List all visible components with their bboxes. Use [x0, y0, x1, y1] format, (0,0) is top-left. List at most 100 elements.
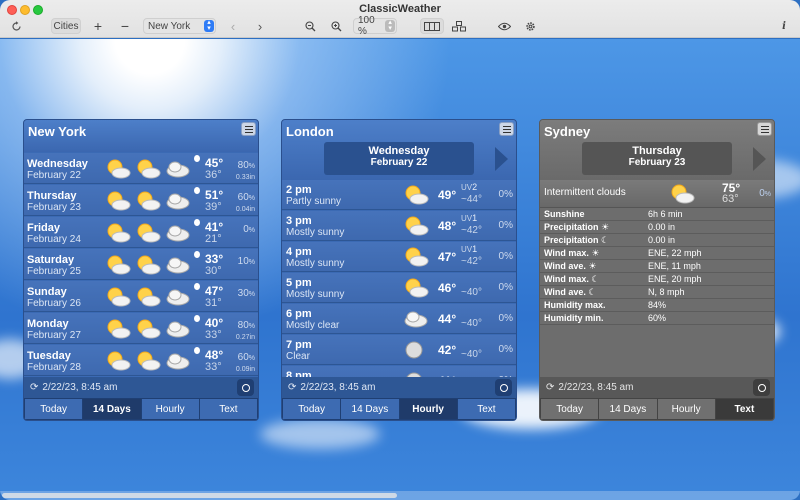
horizontal-scrollbar[interactable] — [0, 491, 800, 500]
info-button[interactable]: i — [776, 18, 792, 34]
hour-temp: 49° — [438, 188, 457, 202]
tab-14-days[interactable]: 14 Days — [341, 399, 399, 419]
tab-hourly[interactable]: Hourly — [657, 399, 715, 419]
hour-row[interactable]: 7 pm Clear 42° ~40° 0% — [282, 335, 516, 365]
day-name: Tuesday — [27, 350, 71, 362]
hour-condition: Clear — [286, 351, 310, 362]
tab-text[interactable]: Text — [457, 399, 515, 419]
tab-14-days[interactable]: 14 Days — [83, 399, 141, 419]
cities-button[interactable]: Cities — [51, 18, 81, 34]
zoom-in-icon[interactable] — [328, 18, 344, 34]
feels-like-temp: ~40° — [461, 287, 482, 298]
grid-layout-icon[interactable] — [449, 18, 469, 34]
eye-icon[interactable] — [496, 18, 512, 34]
next-day-arrow-icon[interactable] — [753, 147, 766, 171]
refresh-icon[interactable]: ⟳ — [288, 382, 296, 393]
tab-today[interactable]: Today — [283, 399, 341, 419]
panel-layout-icon[interactable] — [420, 18, 444, 34]
hour-row[interactable]: 2 pm Partly sunny 49° UV2 ~44° 0% — [282, 180, 516, 210]
refresh-icon[interactable] — [8, 18, 24, 34]
tab-text[interactable]: Text — [199, 399, 257, 419]
hour-row[interactable]: 5 pm Mostly sunny 46° ~40° 0% — [282, 273, 516, 303]
panel-footer: ⟳ 2/22/23, 8:45 am — [540, 377, 774, 398]
add-city-button[interactable]: + — [90, 18, 106, 34]
zoom-out-icon[interactable] — [302, 18, 318, 34]
low-temp: 36° — [205, 169, 222, 181]
tab-today[interactable]: Today — [25, 399, 83, 419]
high-temp: 40° — [205, 316, 224, 330]
gear-icon[interactable] — [522, 18, 538, 34]
hour-condition: Mostly sunny — [286, 289, 345, 300]
detail-label: Wind max. ☀ — [544, 247, 600, 258]
uv-index: UV2 — [461, 182, 478, 192]
zoom-value: 100 % — [358, 15, 375, 37]
tab-text[interactable]: Text — [715, 399, 773, 419]
tab-hourly[interactable]: Hourly — [399, 399, 457, 419]
tab-today[interactable]: Today — [541, 399, 599, 419]
detail-row: Wind max. ☾ ENE, 20 mph — [540, 273, 774, 286]
precip-chance: 0% — [498, 189, 513, 200]
detail-value: 0.00 in — [648, 222, 676, 232]
day-date: February 26 — [27, 298, 81, 309]
day-date: February 23 — [27, 202, 81, 213]
refresh-icon[interactable]: ⟳ — [30, 382, 38, 393]
high-temp: 45° — [205, 156, 224, 170]
partly-cloudy-icon — [134, 221, 162, 248]
partly-cloudy-icon — [104, 349, 132, 376]
hour-row[interactable]: 6 pm Mostly clear 44° ~40° 0% — [282, 304, 516, 334]
detail-label: Humidity max. — [544, 300, 606, 310]
hour-row[interactable]: 4 pm Mostly sunny 47° UV1 ~42° 0% — [282, 242, 516, 272]
location-button[interactable] — [753, 379, 770, 396]
menu-icon[interactable] — [499, 122, 514, 136]
next-day-arrow-icon[interactable] — [495, 147, 508, 171]
day-row[interactable]: Wednesday February 22 45° 36° 80% 0.33in — [24, 153, 258, 184]
low-temp: 21° — [205, 233, 222, 245]
day-date: February 22 — [370, 157, 428, 168]
location-button[interactable] — [495, 379, 512, 396]
precip-chance: 30% — [237, 288, 255, 299]
detail-row: Wind ave. ☀ ENE, 11 mph — [540, 260, 774, 273]
day-row[interactable]: Sunday February 26 47° 31° 30% — [24, 281, 258, 312]
day-row[interactable]: Friday February 24 41° 21° 0% — [24, 217, 258, 248]
detail-value: N, 8 mph — [648, 287, 685, 297]
feels-like-temp: ~42° — [461, 256, 482, 267]
partly-cloudy-icon — [104, 285, 132, 312]
scrollbar-thumb[interactable] — [2, 493, 397, 498]
tab-hourly[interactable]: Hourly — [141, 399, 199, 419]
tab-14-days[interactable]: 14 Days — [599, 399, 657, 419]
day-date: February 25 — [27, 266, 81, 277]
location-button[interactable] — [237, 379, 254, 396]
zoom-select[interactable]: 100 % ▴ ▾ — [353, 15, 397, 37]
high-temp: 48° — [205, 348, 224, 362]
day-name: Thursday — [632, 145, 682, 157]
detail-label: Wind ave. ☀ — [544, 260, 597, 271]
remove-city-button[interactable]: − — [117, 18, 133, 34]
panel-header: Sydney Thursday February 23 — [540, 120, 774, 180]
app-window: ClassicWeather Cities + − New York ▴ ▾ ‹ … — [0, 0, 800, 500]
partly-cloudy-icon — [104, 189, 132, 216]
precip-chance: 0% — [243, 224, 255, 235]
day-name: Sunday — [27, 286, 67, 298]
day-row[interactable]: Tuesday February 28 48° 33° 60% 0.09in — [24, 345, 258, 376]
day-row[interactable]: Saturday February 25 33° 30° 10% — [24, 249, 258, 280]
moon-phase-icon — [194, 187, 200, 194]
menu-icon[interactable] — [241, 122, 256, 136]
partly-cloudy-icon — [104, 317, 132, 344]
day-row[interactable]: Monday February 27 40° 33° 80% 0.27in — [24, 313, 258, 344]
summary-condition: Intermittent clouds — [544, 187, 626, 198]
menu-icon[interactable] — [757, 122, 772, 136]
day-name: Monday — [27, 318, 69, 330]
day-date: February 28 — [27, 362, 81, 373]
forward-chevron-icon[interactable]: › — [252, 18, 268, 34]
partly-cloudy-icon — [104, 157, 132, 184]
back-chevron-icon[interactable]: ‹ — [225, 18, 241, 34]
hour-row[interactable]: 3 pm Mostly sunny 48° UV1 ~42° 0% — [282, 211, 516, 241]
refresh-icon[interactable]: ⟳ — [546, 382, 554, 393]
hour-temp: 47° — [438, 250, 457, 264]
view-tabs: Today 14 Days Hourly Text — [282, 398, 516, 420]
precip-chance: 10% — [237, 256, 255, 267]
city-select[interactable]: New York ▴ ▾ — [143, 18, 216, 34]
day-row[interactable]: Thursday February 23 51° 39° 60% 0.04in — [24, 185, 258, 216]
panel-footer: ⟳ 2/22/23, 8:45 am — [24, 377, 258, 398]
view-tabs: Today 14 Days Hourly Text — [540, 398, 774, 420]
